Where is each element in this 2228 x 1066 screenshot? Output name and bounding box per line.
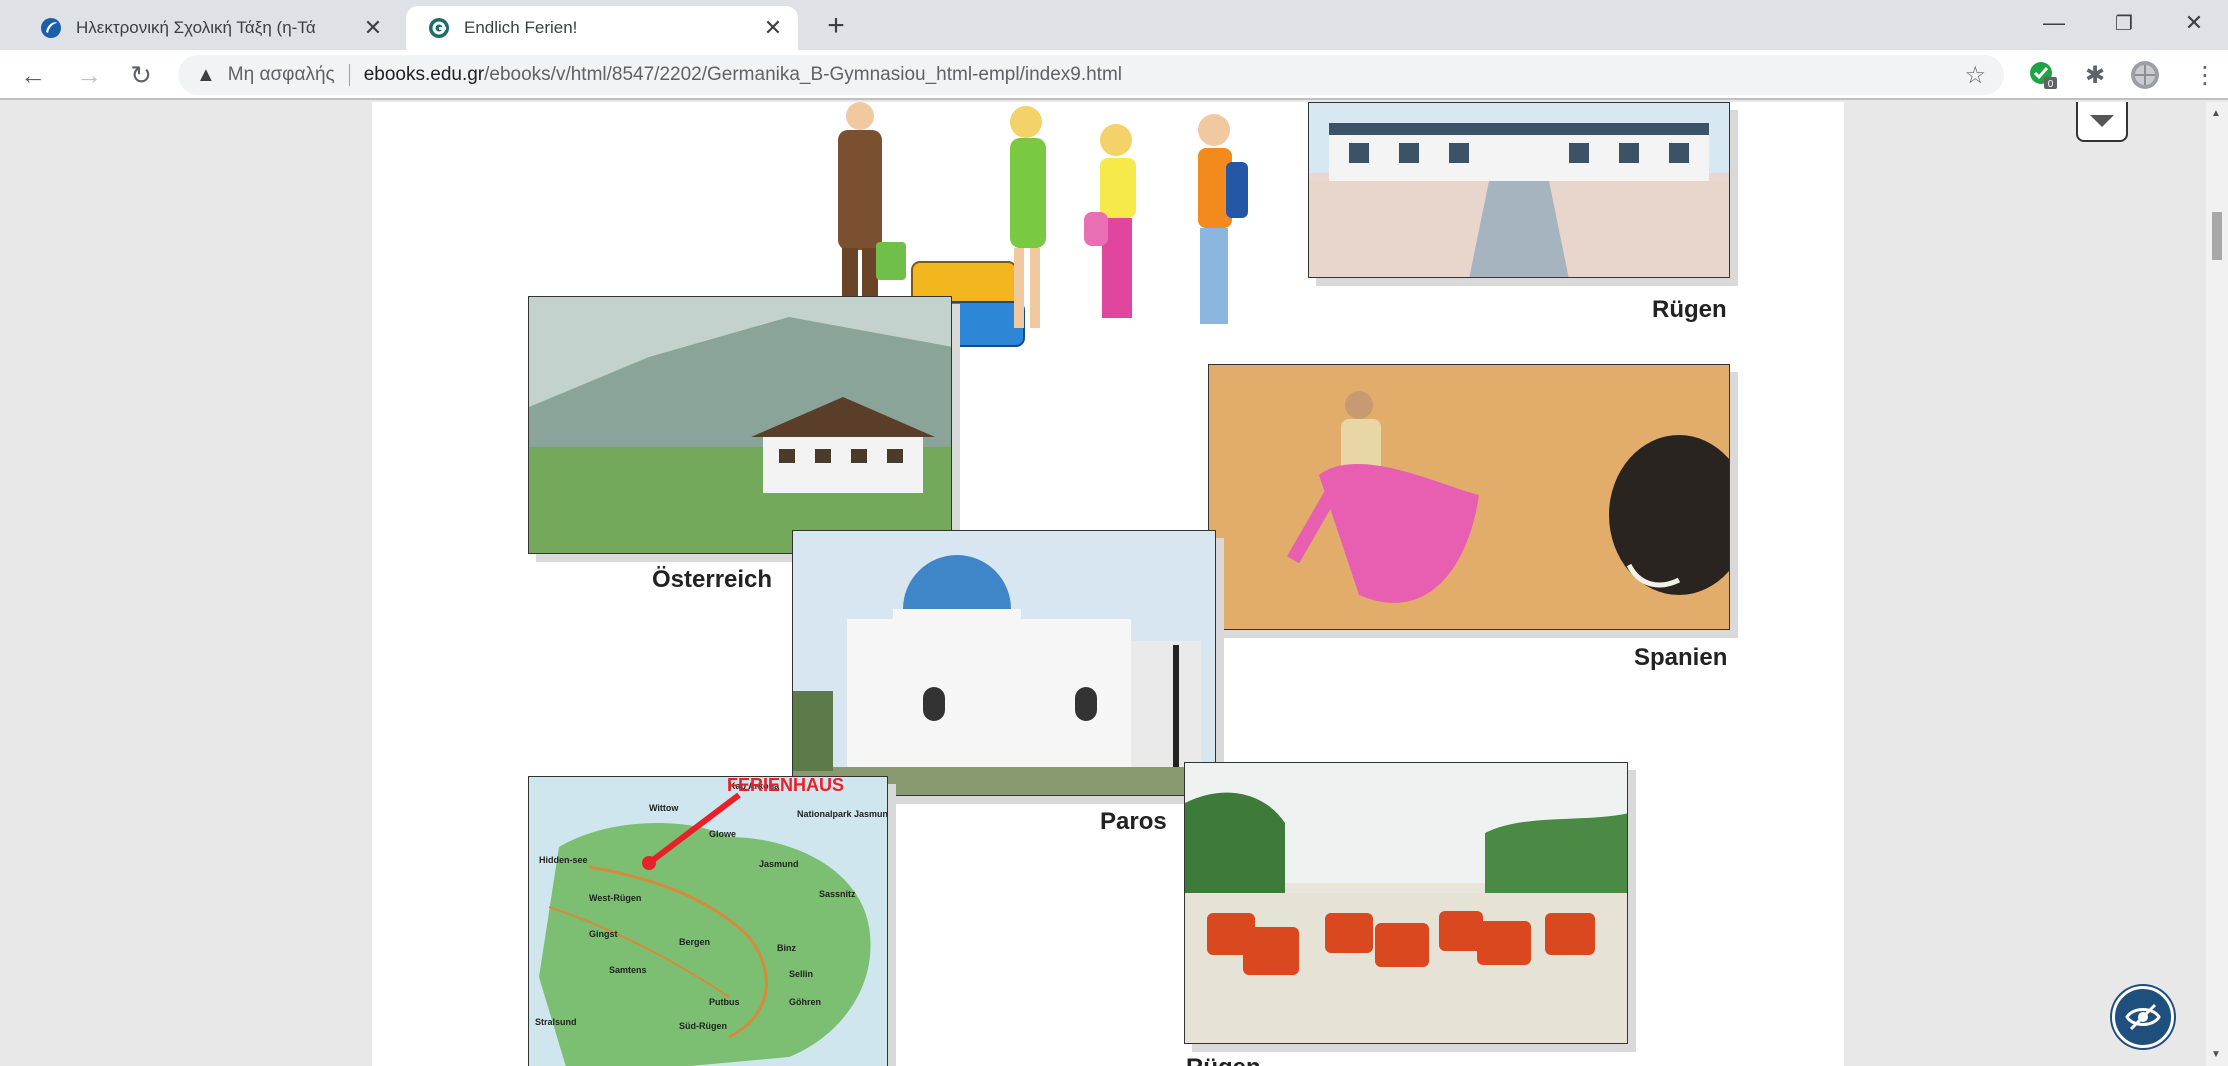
map-place-label: Bergen: [679, 937, 710, 947]
map-place-label: Binz: [777, 943, 796, 953]
not-secure-warning-icon[interactable]: ▲: [196, 64, 216, 87]
paros-church-photo: [792, 530, 1216, 796]
ruegen-map: Wittow Hidden-see West-Rügen Jasmund Ber…: [528, 776, 888, 1066]
new-tab-plus-icon[interactable]: +: [818, 8, 854, 44]
map-place-label: Göhren: [789, 997, 821, 1007]
map-place-label: Stralsund: [535, 1017, 577, 1027]
tab-bar: Ηλεκτρονική Σχολική Τάξη (η-Τά ✕ Endlich…: [0, 0, 2228, 50]
tab-title: Ηλεκτρονική Σχολική Τάξη (η-Τά: [76, 18, 316, 37]
map-place-label: Samtens: [609, 965, 647, 975]
tab-close-icon[interactable]: ✕: [756, 11, 790, 45]
caption-spanien: Spanien: [1634, 644, 1728, 671]
extension-check-icon[interactable]: 0: [2028, 60, 2058, 90]
scroll-up-arrow-icon[interactable]: ▲: [2211, 108, 2221, 119]
ebooks-favicon-icon: [429, 18, 449, 38]
map-place-label: Sellin: [789, 969, 813, 979]
map-place-label: Hidden-see: [539, 855, 588, 865]
accessibility-eye-button[interactable]: [2112, 986, 2174, 1048]
restore-button[interactable]: ❐: [2092, 0, 2156, 46]
caption-paros: Paros: [1100, 808, 1167, 835]
back-arrow-icon[interactable]: ←: [14, 56, 52, 94]
tab-ilektroniki-taksi[interactable]: Ηλεκτρονική Σχολική Τάξη (η-Τά ✕: [10, 6, 398, 50]
tab-close-icon[interactable]: ✕: [356, 11, 390, 45]
security-label[interactable]: Μη ασφαλής: [228, 64, 335, 86]
url-host: ebooks.edu.gr: [363, 64, 485, 85]
map-place-label: West-Rügen: [589, 893, 641, 903]
tab-title: Endlich Ferien!: [464, 18, 578, 37]
oesterreich-photo: [528, 296, 952, 554]
map-place-label: Sassnitz: [819, 889, 856, 899]
caption-ruegen-top: Rügen: [1652, 296, 1727, 323]
extensions-puzzle-icon[interactable]: ✱: [2080, 60, 2110, 90]
map-place-label: Jasmund: [759, 859, 799, 869]
close-window-button[interactable]: ✕: [2162, 0, 2226, 46]
chevron-down-icon: [2090, 115, 2114, 127]
menu-kebab-icon[interactable]: ⋮: [2190, 60, 2220, 90]
reload-icon[interactable]: ↻: [122, 56, 160, 94]
bookmark-star-icon[interactable]: ☆: [1964, 61, 1986, 90]
minimize-button[interactable]: —: [2022, 0, 2086, 46]
scroll-down-arrow-icon[interactable]: ▼: [2211, 1049, 2221, 1060]
eclass-favicon-icon: [41, 18, 61, 38]
eye-slash-icon: [2125, 1003, 2161, 1031]
address-bar[interactable]: ▲ Μη ασφαλής ebooks.edu.gr/ebooks/v/html…: [178, 55, 2004, 95]
map-place-label: Glowe: [709, 829, 736, 839]
caption-oesterreich: Österreich: [652, 566, 773, 593]
page-viewport: Rügen Österreich Spanien Paros Wittow Hi…: [0, 102, 2206, 1066]
map-place-label: Gingst: [589, 929, 618, 939]
map-place-label: Nationalpark Jasmund: [797, 809, 888, 819]
url-path: /ebooks/v/html/8547/2202/Germanika_B-Gym…: [484, 64, 1123, 85]
map-place-label: Wittow: [649, 803, 679, 813]
caption-ruegen-bottom: Rügen: [1186, 1054, 1261, 1066]
map-place-label: Putbus: [709, 997, 740, 1007]
profile-avatar[interactable]: [2130, 60, 2160, 90]
forward-arrow-icon[interactable]: →: [70, 56, 108, 94]
browser-toolbar: ← → ↻ ▲ Μη ασφαλής ebooks.edu.gr/ebooks/…: [0, 50, 2228, 100]
extension-badge-count: 0: [2048, 79, 2054, 90]
ferienhaus-label: FERIENHAUS: [727, 777, 844, 795]
tab-endlich-ferien[interactable]: Endlich Ferien! ✕: [406, 6, 798, 50]
ruegen-beach-photo: [1184, 762, 1628, 1044]
page-dropdown-button[interactable]: [2076, 102, 2128, 142]
spanien-bullfight-photo: [1208, 364, 1730, 630]
vertical-scrollbar[interactable]: ▲ ▼: [2206, 102, 2228, 1066]
separator: [348, 64, 350, 86]
ruegen-pier-photo: [1308, 102, 1730, 278]
scrollbar-thumb[interactable]: [2212, 212, 2222, 260]
map-place-label: Süd-Rügen: [679, 1021, 727, 1031]
